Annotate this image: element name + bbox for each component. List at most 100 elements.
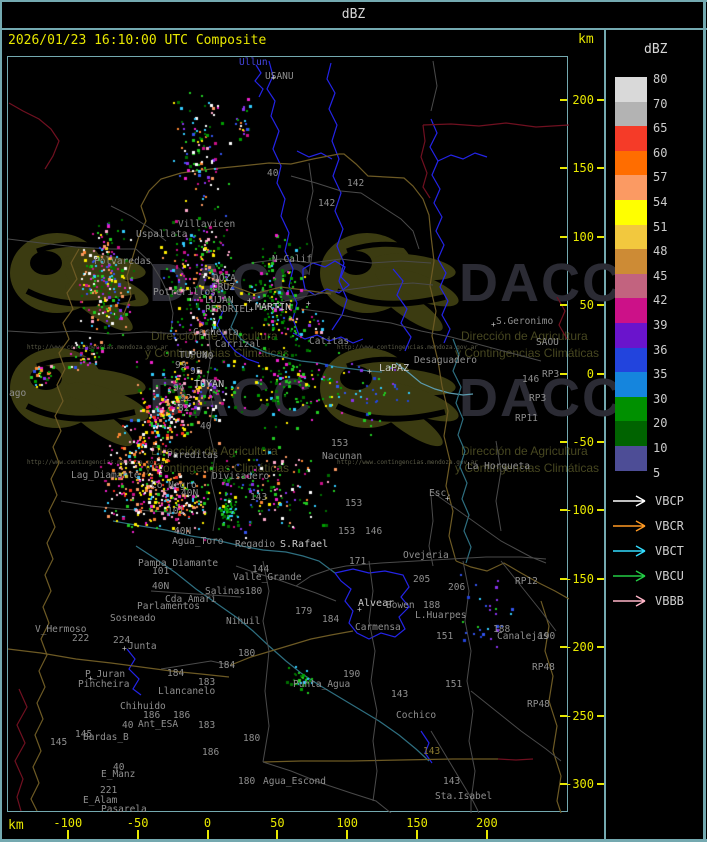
map-label: E_Manz <box>101 769 136 780</box>
x-axis-unit: km <box>8 818 24 833</box>
colorbar-label: 80 <box>653 72 668 86</box>
window-title: dBZ <box>341 7 366 22</box>
station-marker: + <box>271 73 276 82</box>
map-label: 206 <box>448 582 466 593</box>
map-label: CRUZ <box>212 282 235 293</box>
timestamp-text: 2026/01/23 16:10:00 UTC Composite <box>8 33 267 48</box>
colorbar-swatch <box>615 175 647 200</box>
map-label: 179 <box>295 606 313 617</box>
map-labels-layer: Ullun USANU 40 142 142 Villavicen Uspallata Pol… <box>8 57 569 815</box>
colorbar-label: 10 <box>653 441 668 455</box>
x-tick-mark <box>276 830 279 839</box>
map-label: 143 <box>250 492 268 503</box>
x-tick-label: -50 <box>126 816 149 830</box>
map-label: Pincheira <box>78 679 130 690</box>
window-border-left <box>0 0 2 842</box>
y-tick-mark <box>597 304 604 307</box>
map-label: 40N <box>152 581 170 592</box>
y-tick-mark <box>597 714 604 717</box>
legend-label: VBCP <box>655 494 684 508</box>
map-label: 95 <box>190 366 202 377</box>
colorbar-label: 57 <box>653 170 668 185</box>
x-tick-label: 100 <box>336 816 359 830</box>
map-label: 40 <box>200 421 212 432</box>
map-label: Bardas_B <box>83 732 129 743</box>
y-tick-mark <box>597 372 604 375</box>
colorbar-label: 42 <box>653 293 668 308</box>
x-tick-mark <box>206 830 209 839</box>
map-label: 101 <box>167 506 185 517</box>
colorbar-swatch <box>615 273 647 299</box>
map-label: Ant_ESA <box>138 719 179 730</box>
map-label: Junta <box>128 641 157 652</box>
map-label: Villavicen <box>178 219 236 230</box>
map-label: 143 <box>391 689 409 700</box>
map-label: 180 <box>238 648 256 659</box>
map-label: SAOU <box>536 337 559 348</box>
colorbar-swatch <box>615 200 647 225</box>
station-marker: + <box>249 305 254 314</box>
map-label: 190 <box>538 631 556 642</box>
x-tick-label: 200 <box>476 816 498 830</box>
map-label: Cacheuta <box>193 327 239 338</box>
map-label: Cochico <box>396 710 437 721</box>
station-marker: + <box>306 299 311 308</box>
colorbar-label: 20 <box>653 416 668 431</box>
map-label: 171 <box>349 556 367 567</box>
colorbar-swatch <box>615 101 647 127</box>
station-marker: + <box>491 320 496 329</box>
colorbar-label: 5 <box>653 465 661 480</box>
colorbar-swatch <box>615 446 647 471</box>
y-tick-mark <box>597 509 604 512</box>
map-label: 145 <box>50 737 68 748</box>
x-tick-mark <box>416 830 419 839</box>
colorbar-swatch <box>615 150 647 176</box>
map-label: ago <box>9 388 27 399</box>
y-tick-mark-inner <box>560 509 567 512</box>
map-label: Polvaredas <box>94 256 152 267</box>
map-label: Carmensa <box>355 622 401 633</box>
y-tick-mark-inner <box>560 167 567 170</box>
map-label: 184 <box>322 614 340 625</box>
map-label: 142 <box>347 178 365 189</box>
map-label: 188 <box>423 600 441 611</box>
map-label: Punta_Agua <box>293 679 351 690</box>
station-marker: + <box>445 494 450 503</box>
colorbar-swatch <box>615 347 647 373</box>
colorbar-swatch <box>615 372 647 397</box>
x-tick-label: 50 <box>270 816 285 830</box>
y-tick-mark-inner <box>560 646 567 649</box>
map-label: RP48 <box>527 699 550 710</box>
legend-label: VBCT <box>655 544 684 558</box>
colorbar-label: 54 <box>653 195 668 209</box>
legend-label: VBBB <box>655 594 684 608</box>
map-label: 180 <box>245 586 263 597</box>
map-label: 153 <box>345 498 363 509</box>
x-tick-mark <box>66 830 69 839</box>
x-tick-mark <box>346 830 349 839</box>
map-label: 180 <box>238 776 256 787</box>
y-tick-mark <box>597 167 604 170</box>
radar-window: dBZ 2026/01/23 16:10:00 UTC Composite km… <box>0 0 707 842</box>
map-label: Lag_Diamante <box>71 470 140 481</box>
map-label: 99 <box>175 360 187 371</box>
x-tick-mark <box>136 830 139 839</box>
map-label: Agua_Toro <box>172 536 224 547</box>
y-tick-mark <box>597 440 604 443</box>
map-label: 184 <box>167 668 185 679</box>
map-label: Uspallata <box>136 229 188 240</box>
colorbar-label: 39 <box>653 318 668 332</box>
map-label: 222 <box>72 633 90 644</box>
y-tick-mark <box>597 98 604 101</box>
legend-label: VBCR <box>655 519 684 533</box>
station-marker: + <box>122 644 127 653</box>
map-label: Pasarela <box>101 804 147 815</box>
station-marker: + <box>88 674 93 683</box>
map-label: MARTIN <box>255 302 292 313</box>
map-label: RP48 <box>532 662 555 673</box>
map-label: 153 <box>331 438 349 449</box>
colorbar-label: 51 <box>653 219 668 234</box>
map-label: USANU <box>265 71 294 82</box>
map-label: Agua_Escond <box>263 776 326 787</box>
colorbar-label: 36 <box>653 342 668 357</box>
